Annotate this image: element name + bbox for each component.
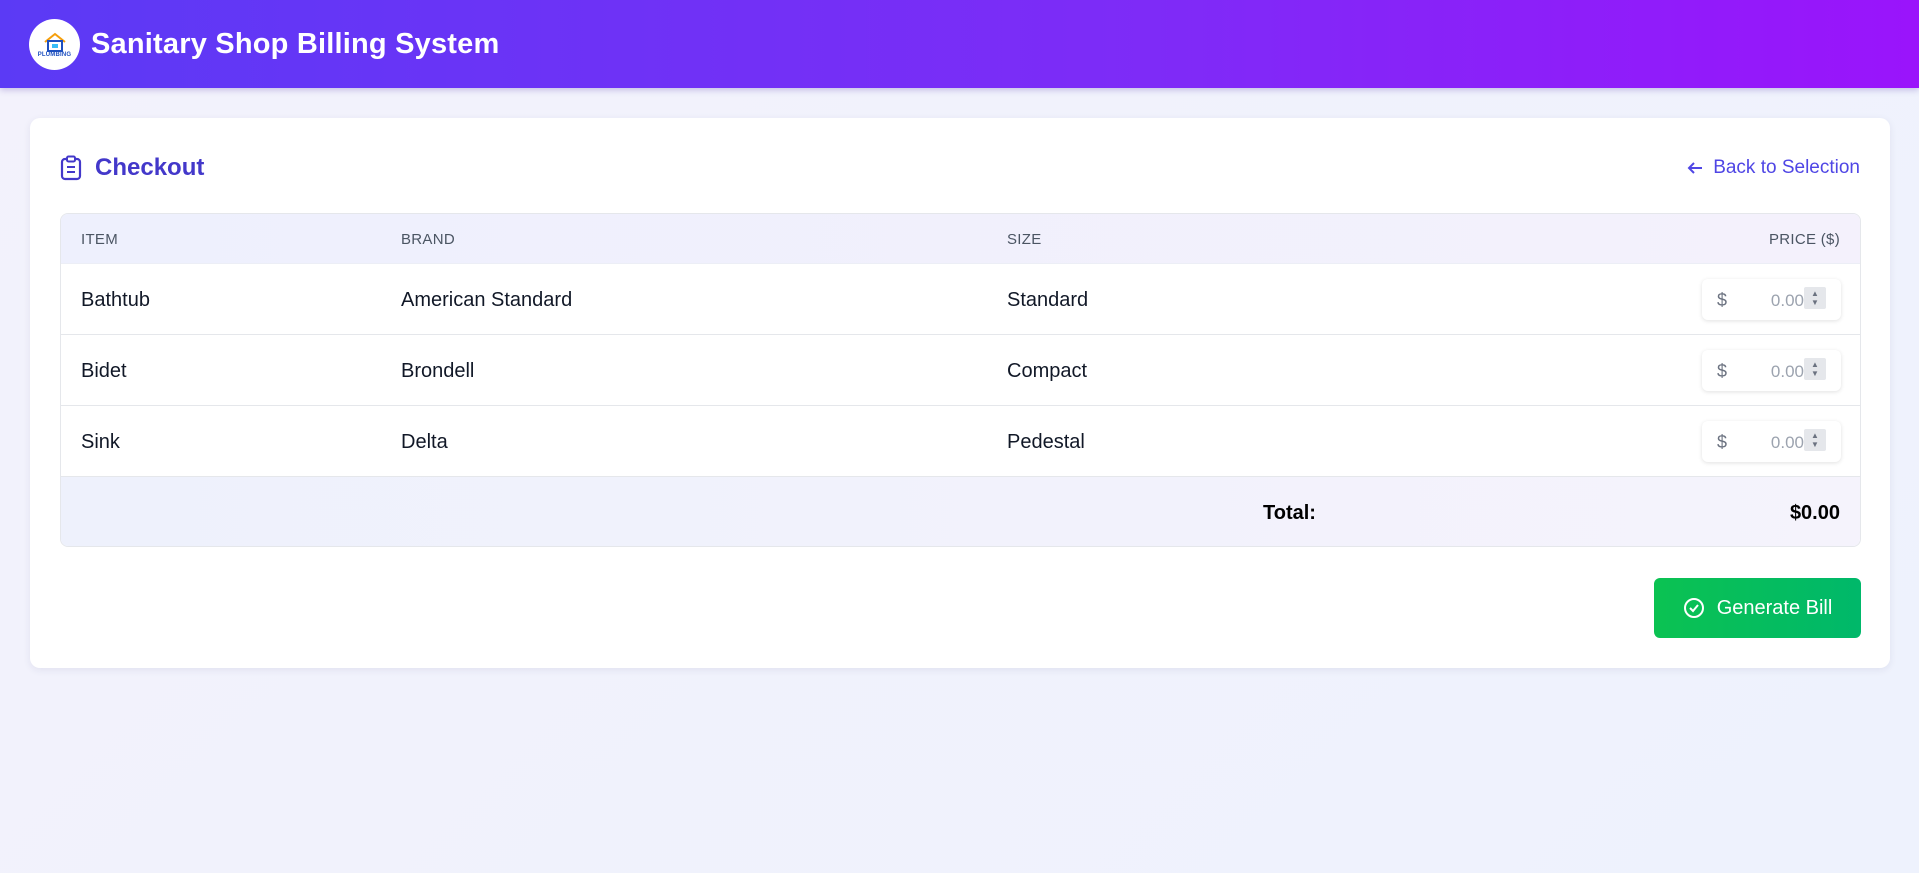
price-placeholder: 0.00 [1770,433,1804,452]
app-header: PLUMBING Sanitary Shop Billing System [0,0,1919,88]
size-cell: Standard [1007,289,1089,311]
table-header: ITEM BRAND SIZE PRICE ($) [61,214,1860,264]
column-header-item: ITEM [81,231,119,248]
checkout-card: Checkout Back to Selection ITEM BRAND SI… [30,118,1890,668]
total-label: Total: [1263,502,1316,524]
generate-bill-label: Generate Bill [1716,596,1833,619]
column-header-brand: BRAND [401,231,456,248]
price-input[interactable]: $ 0.00 ▲ ▼ [1702,350,1841,391]
price-placeholder: 0.00 [1770,291,1804,310]
logo-text: PLUMBING [37,51,72,58]
table-row: Bidet Brondell Compact $ 0.00 ▲ ▼ [61,335,1860,406]
price-placeholder: 0.00 [1770,362,1804,381]
checkout-title: Checkout [95,154,205,181]
price-input[interactable]: $ 0.00 ▲ ▼ [1702,421,1841,462]
currency-symbol: $ [1717,432,1728,452]
card-header: Checkout Back to Selection [60,150,1860,186]
checkout-table: ITEM BRAND SIZE PRICE ($) Bathtub Americ… [60,213,1861,547]
back-to-selection-link[interactable]: Back to Selection [1687,157,1860,179]
currency-symbol: $ [1717,361,1728,381]
item-cell: Bathtub [81,289,150,311]
number-spinner[interactable]: ▲ ▼ [1804,429,1826,451]
brand-cell: American Standard [401,289,573,311]
table-row: Bathtub American Standard Standard $ 0.0… [61,264,1860,335]
number-spinner[interactable]: ▲ ▼ [1804,287,1826,309]
size-cell: Compact [1007,360,1088,382]
column-header-price: PRICE ($) [1768,231,1840,248]
table-row: Sink Delta Pedestal $ 0.00 ▲ ▼ [61,406,1860,477]
size-cell: Pedestal [1007,431,1085,453]
clipboard-icon [60,155,82,181]
table-footer: Total: $0.00 [61,477,1860,546]
back-link-label: Back to Selection [1713,157,1860,178]
total-value: $0.00 [1789,502,1840,524]
page-title: Checkout [60,154,204,182]
brand-cell: Brondell [401,360,475,382]
house-logo-icon [43,32,66,52]
number-spinner[interactable]: ▲ ▼ [1804,358,1826,380]
brand-cell: Delta [401,431,448,453]
app-logo: PLUMBING [29,18,80,70]
app-title: Sanitary Shop Billing System [91,27,500,60]
item-cell: Sink [81,431,120,453]
price-input[interactable]: $ 0.00 ▲ ▼ [1702,279,1841,320]
item-cell: Bidet [81,360,127,382]
check-circle-icon [1683,598,1704,618]
currency-symbol: $ [1717,290,1728,310]
column-header-size: SIZE [1007,231,1042,248]
generate-bill-button[interactable]: Generate Bill [1654,578,1861,638]
arrow-left-icon [1687,162,1703,174]
